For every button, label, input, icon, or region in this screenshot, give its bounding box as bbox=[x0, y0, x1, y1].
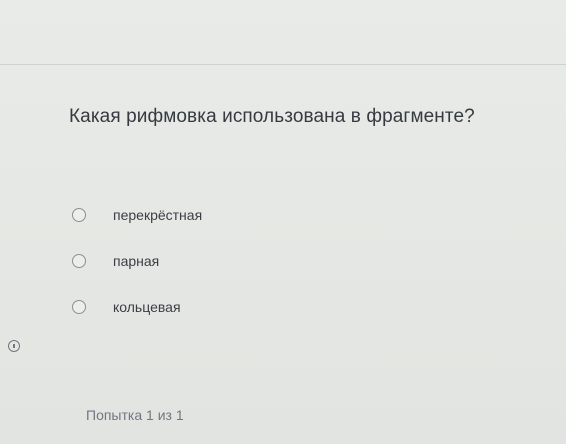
option-label: перекрёстная bbox=[113, 207, 203, 223]
option-perekrestnaya[interactable]: перекрёстная bbox=[72, 192, 332, 238]
info-icon[interactable] bbox=[8, 340, 20, 352]
option-label: кольцевая bbox=[113, 299, 181, 315]
top-divider bbox=[0, 64, 566, 65]
radio-button[interactable] bbox=[72, 300, 86, 314]
radio-button[interactable] bbox=[72, 208, 86, 222]
attempt-counter: Попытка 1 из 1 bbox=[86, 407, 184, 423]
option-parnaya[interactable]: парная bbox=[72, 238, 332, 284]
option-label: парная bbox=[113, 253, 160, 269]
answer-options: перекрёстная парная кольцевая bbox=[72, 192, 332, 330]
radio-button[interactable] bbox=[72, 254, 86, 268]
question-text: Какая рифмовка использована в фрагменте? bbox=[69, 106, 475, 127]
option-koltsevaya[interactable]: кольцевая bbox=[72, 284, 332, 330]
